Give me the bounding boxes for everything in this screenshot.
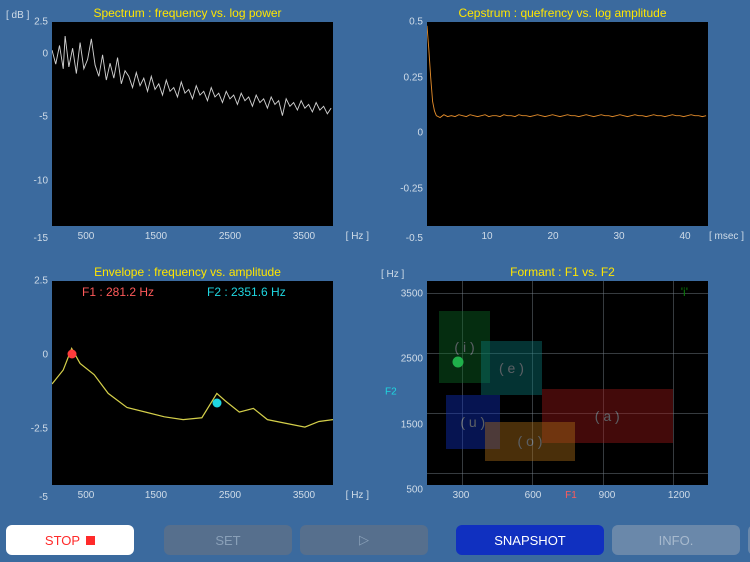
ytick: 2.5 — [10, 17, 48, 28]
ytick: -0.25 — [385, 183, 423, 194]
vowel-o-region: ( o ) — [485, 422, 574, 461]
f1-marker — [67, 350, 76, 359]
formant-current-point — [452, 356, 463, 367]
ytick: 2.5 — [10, 276, 48, 287]
envelope-title: Envelope : frequency vs. amplitude — [6, 259, 369, 281]
xtick: 30 — [613, 231, 624, 242]
xtick: 2500 — [219, 231, 241, 242]
xtick: 300 — [453, 490, 470, 501]
ytick: 3500 — [385, 289, 423, 300]
ytick: 0.25 — [385, 72, 423, 83]
xtick: 3500 — [293, 490, 315, 501]
xtick: 3500 — [293, 231, 315, 242]
toolbar: STOP SET ▷ SNAPSHOT INFO. AUDIO — [0, 518, 750, 562]
xtick: 1200 — [668, 490, 690, 501]
envelope-xlabel: [ Hz ] — [346, 490, 369, 501]
formant-current-vowel: 'i' — [681, 285, 688, 299]
cepstrum-plot: [ msec ] 0.5 0.25 0 -0.25 -0.5 10 20 30 … — [381, 22, 744, 244]
spectrum-panel: Spectrum : frequency vs. log power [ dB … — [0, 0, 375, 259]
spectrum-plot: [ dB ] [ Hz ] 2.5 0 -5 -10 -15 500 1500 … — [6, 22, 369, 244]
formant-panel: Formant : F1 vs. F2 [ Hz ] ( i ) ( e ) (… — [375, 259, 750, 518]
ytick: 2500 — [385, 354, 423, 365]
stop-icon — [86, 536, 95, 545]
formant-ylabel: [ Hz ] — [381, 269, 404, 280]
play-button[interactable]: ▷ — [300, 525, 428, 555]
info-button[interactable]: INFO. — [612, 525, 740, 555]
spectrum-xlabel: [ Hz ] — [346, 231, 369, 242]
stop-button[interactable]: STOP — [6, 525, 134, 555]
ytick: -5 — [10, 492, 48, 503]
f1-axis-label: F1 — [565, 490, 577, 501]
spectrum-title: Spectrum : frequency vs. log power — [6, 0, 369, 22]
snapshot-button[interactable]: SNAPSHOT — [456, 525, 604, 555]
xtick: 10 — [481, 231, 492, 242]
xtick: 500 — [78, 231, 95, 242]
vowel-e-region: ( e ) — [481, 341, 542, 395]
f2-marker — [212, 399, 221, 408]
ytick: -15 — [10, 233, 48, 244]
ytick: 0 — [10, 349, 48, 360]
xtick: 40 — [679, 231, 690, 242]
envelope-line — [52, 281, 333, 468]
xtick: 20 — [547, 231, 558, 242]
cepstrum-panel: Cepstrum : quefrency vs. log amplitude [… — [375, 0, 750, 259]
ytick: 0 — [385, 128, 423, 139]
envelope-plot: F1 : 281.2 Hz F2 : 2351.6 Hz [ Hz ] 2.5 … — [6, 281, 369, 503]
ytick: -0.5 — [385, 233, 423, 244]
formant-plot: [ Hz ] ( i ) ( e ) ( u ) ( a ) ( o ) 'i'… — [381, 281, 744, 503]
xtick: 1500 — [145, 490, 167, 501]
ytick: 500 — [385, 484, 423, 495]
ytick: -10 — [10, 175, 48, 186]
ytick: 0 — [10, 48, 48, 59]
spectrum-line — [52, 22, 333, 209]
cepstrum-xlabel: [ msec ] — [709, 231, 744, 242]
set-button[interactable]: SET — [164, 525, 292, 555]
ytick: 1500 — [385, 419, 423, 430]
xtick: 2500 — [219, 490, 241, 501]
envelope-panel: Envelope : frequency vs. amplitude F1 : … — [0, 259, 375, 518]
ytick: -2.5 — [10, 424, 48, 435]
cepstrum-title: Cepstrum : quefrency vs. log amplitude — [381, 0, 744, 22]
f2-axis-label: F2 — [385, 387, 397, 398]
ytick: -5 — [10, 112, 48, 123]
xtick: 1500 — [145, 231, 167, 242]
formant-title: Formant : F1 vs. F2 — [381, 259, 744, 281]
cepstrum-line — [427, 22, 708, 209]
ytick: 0.5 — [385, 17, 423, 28]
xtick: 600 — [525, 490, 542, 501]
xtick: 500 — [78, 490, 95, 501]
xtick: 900 — [599, 490, 616, 501]
